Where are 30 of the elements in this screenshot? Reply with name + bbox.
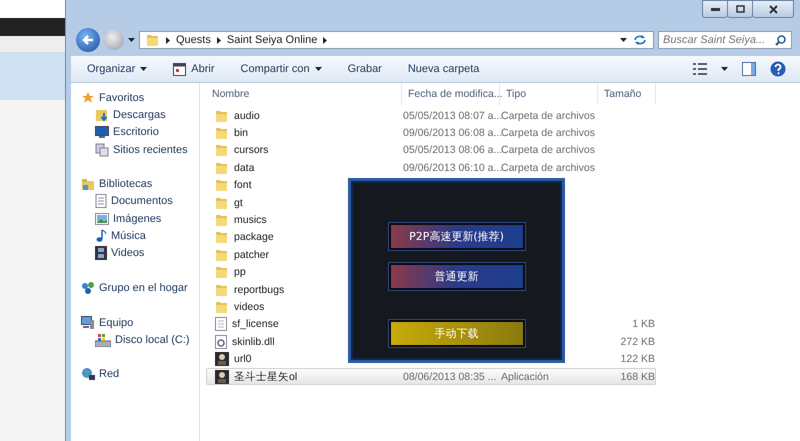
date-cell: 05/05/2013 08:07 a...	[403, 110, 502, 122]
type-cell: Carpeta de archivos	[501, 162, 595, 174]
type-cell: Aplicación	[501, 370, 549, 383]
file-name: audio	[234, 110, 260, 122]
file-name: data	[234, 162, 254, 174]
type-cell: Carpeta de archivos	[501, 110, 595, 122]
size-cell: 168 KB	[620, 370, 655, 383]
file-name: musics	[234, 214, 267, 226]
file-name: package	[234, 231, 274, 244]
date-cell: 08/06/2013 08:35 ...	[403, 370, 496, 383]
file-name: patcher	[234, 248, 270, 261]
date-cell: 09/06/2013 06:10 a...	[403, 162, 502, 174]
file-name: pp	[234, 266, 246, 278]
size-cell: 1 KB	[632, 318, 655, 330]
type-cell: Carpeta de archivos	[501, 144, 595, 156]
date-cell: 09/06/2013 06:08 a...	[403, 127, 502, 140]
file-name: sf_license	[232, 318, 279, 330]
file-name: videos	[234, 300, 264, 313]
size-cell: 122 KB	[620, 353, 655, 366]
type-cell: Carpeta de archivos	[501, 127, 595, 140]
date-cell: 05/05/2013 08:06 a...	[403, 144, 502, 156]
file-name: 圣斗士星矢ol	[234, 370, 298, 384]
file-name: url0	[234, 353, 252, 366]
size-cell: 272 KB	[620, 336, 655, 348]
file-name: reportbugs	[234, 284, 284, 296]
file-name: gt	[234, 196, 243, 209]
file-name: bin	[234, 127, 248, 140]
file-name: cursors	[234, 144, 268, 156]
file-name: font	[234, 179, 252, 192]
file-name: skinlib.dll	[232, 336, 275, 348]
